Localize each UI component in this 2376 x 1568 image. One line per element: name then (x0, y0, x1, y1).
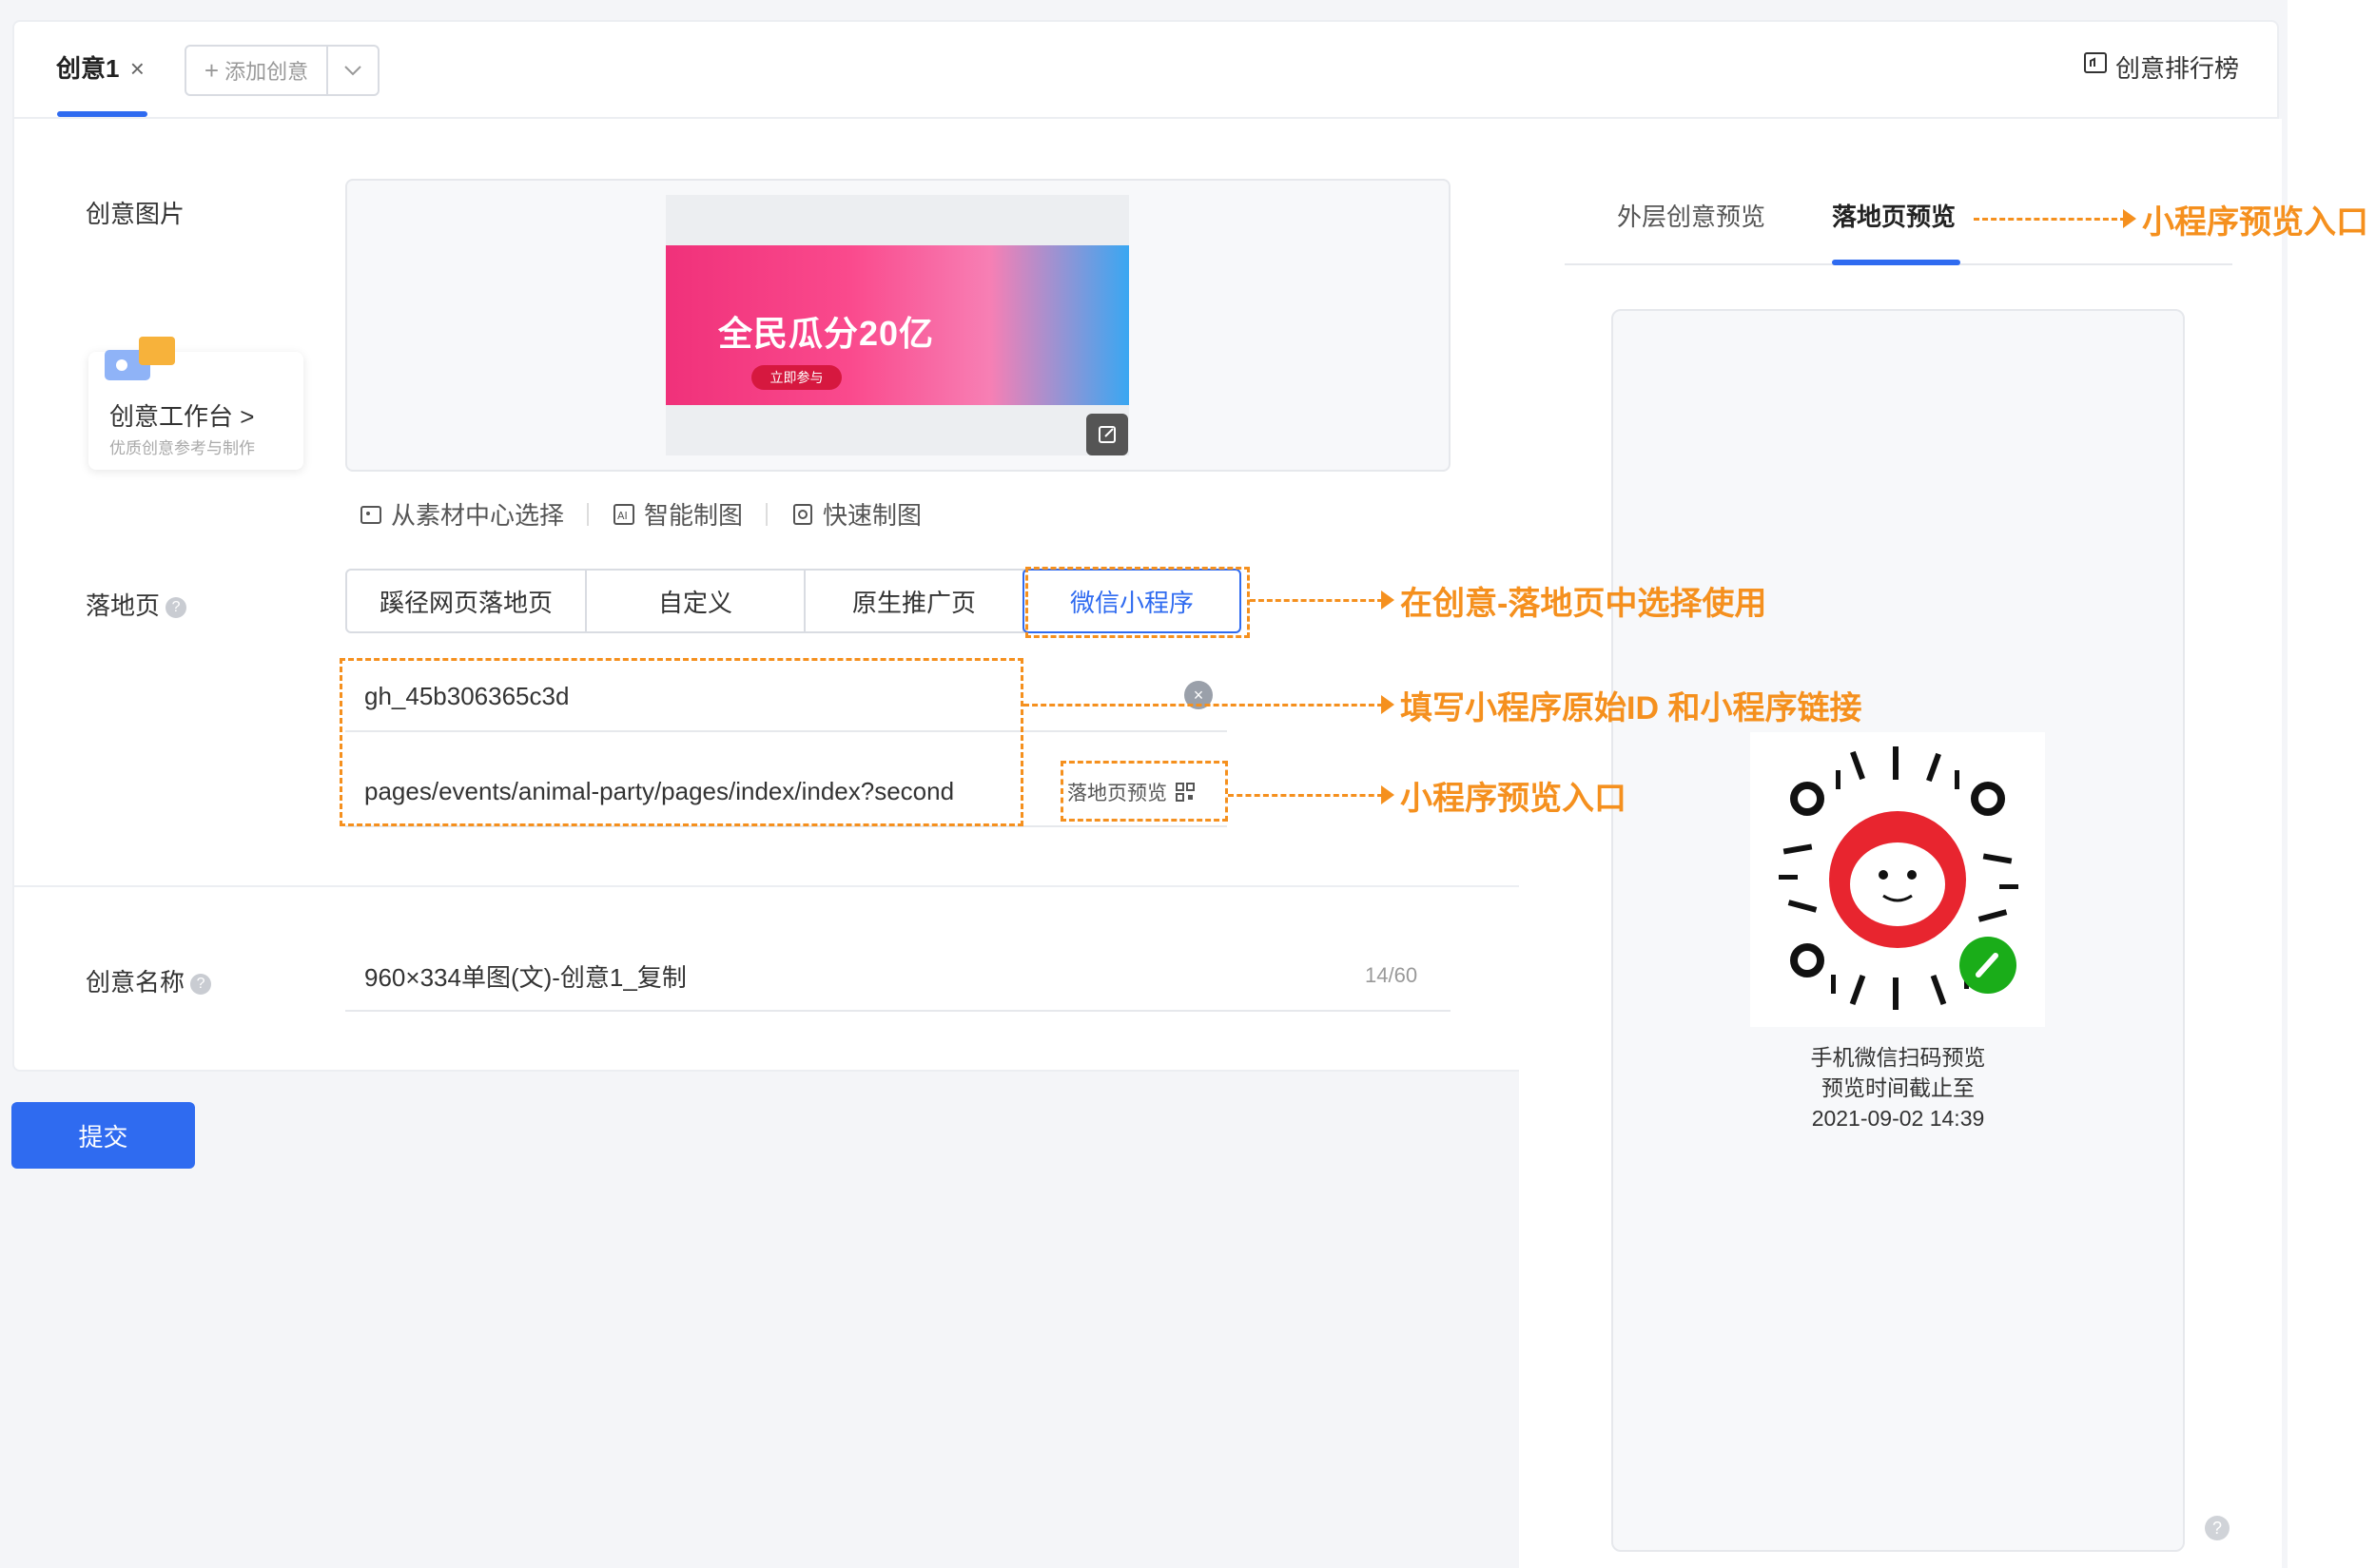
annotation-arrow (1250, 599, 1383, 602)
chevron-down-icon[interactable] (328, 47, 378, 94)
tool-material-center[interactable]: 从素材中心选择 (359, 496, 564, 532)
annotation-preview-entry: 小程序预览入口 (1400, 781, 1626, 817)
qr-caption-line: 手机微信扫码预览 (1810, 1045, 1986, 1070)
tab-outer-preview[interactable]: 外层创意预览 (1617, 198, 1765, 233)
tool-quick-design[interactable]: 快速制图 (790, 496, 922, 532)
workbench-subtitle: 优质创意参考与制作 (109, 439, 255, 457)
landing-option-native[interactable]: 原生推广页 (806, 571, 1024, 631)
annotation-arrow (1228, 794, 1383, 797)
tab-landing-preview[interactable]: 落地页预览 (1832, 198, 1956, 233)
tool-label: 从素材中心选择 (391, 501, 565, 530)
help-icon[interactable]: ? (190, 974, 212, 996)
active-tab-indicator (57, 111, 147, 117)
plus-icon: + (204, 55, 220, 85)
miniprogram-qr-code (1750, 732, 2045, 1027)
preview-tab-indicator (1832, 260, 1960, 265)
name-label: 创意名称? (86, 963, 212, 998)
landing-label: 落地页? (86, 587, 187, 622)
annotation-select-use: 在创意-落地页中选择使用 (1400, 586, 1767, 622)
annotation-fill-id: 填写小程序原始ID 和小程序链接 (1400, 690, 1862, 726)
workbench-icon (105, 337, 175, 384)
annotation-arrowhead (1381, 695, 1394, 714)
svg-text:AI: AI (617, 510, 628, 522)
creative-ranking-link[interactable]: 创意排行榜 (2083, 49, 2239, 85)
annotation-preview-entry-top: 小程序预览入口 (2142, 204, 2368, 241)
edit-image-button[interactable] (1086, 414, 1128, 455)
qr-caption: 手机微信扫码预览 预览时间截止至 2021-09-02 14:39 (1611, 1042, 2185, 1133)
submit-button[interactable]: 提交 (11, 1102, 195, 1169)
name-value: 960×334单图(文)-创意1_复制 (364, 963, 687, 992)
qr-caption-date: 2021-09-02 14:39 (1811, 1106, 1985, 1131)
ai-icon: AI (613, 503, 635, 525)
tool-label: 智能制图 (644, 501, 744, 530)
image-icon (360, 505, 381, 524)
annotation-arrow (1974, 218, 2126, 221)
workbench-title: 创意工作台 > (109, 402, 255, 431)
tool-label: 快速制图 (823, 501, 923, 530)
landing-option-custom[interactable]: 自定义 (587, 571, 806, 631)
annotation-arrowhead (2123, 209, 2136, 228)
add-creative-button[interactable]: + 添加创意 (185, 45, 380, 96)
annotation-box-inputs (340, 658, 1023, 826)
help-icon[interactable]: ? (2205, 1516, 2230, 1540)
annotation-arrow (1023, 704, 1383, 707)
annotation-box-miniprogram (1025, 567, 1250, 638)
close-icon[interactable]: × (130, 54, 145, 83)
annotation-arrowhead (1381, 785, 1394, 804)
tool-smart-design[interactable]: AI 智能制图 (612, 496, 743, 532)
name-label-text: 创意名称 (86, 968, 185, 997)
tab-label: 创意1 (56, 54, 120, 83)
banner-cta: 立即参与 (751, 365, 842, 390)
image-tools: 从素材中心选择 AI 智能制图 快速制图 (359, 496, 922, 532)
image-label: 创意图片 (86, 200, 185, 228)
section-divider (12, 885, 1519, 887)
creative-name-input[interactable]: 960×334单图(文)-创意1_复制 (345, 955, 1451, 1012)
edit-icon (1099, 426, 1116, 443)
tab-creative-1[interactable]: 创意1 × (56, 49, 145, 85)
annotation-arrowhead (1381, 590, 1394, 610)
help-icon[interactable]: ? (166, 597, 187, 619)
banner-headline: 全民瓜分20亿 (718, 314, 935, 353)
landing-option-web[interactable]: 蹊径网页落地页 (347, 571, 587, 631)
char-counter: 14/60 (1365, 963, 1418, 987)
add-creative-label: 添加创意 (224, 60, 309, 84)
qr-caption-line: 预览时间截止至 (1821, 1075, 1975, 1100)
quick-design-icon (793, 503, 813, 525)
annotation-box-preview (1061, 761, 1228, 822)
ranking-label: 创意排行榜 (2114, 54, 2239, 83)
landing-label-text: 落地页 (86, 591, 161, 620)
ranking-icon (2083, 51, 2108, 83)
